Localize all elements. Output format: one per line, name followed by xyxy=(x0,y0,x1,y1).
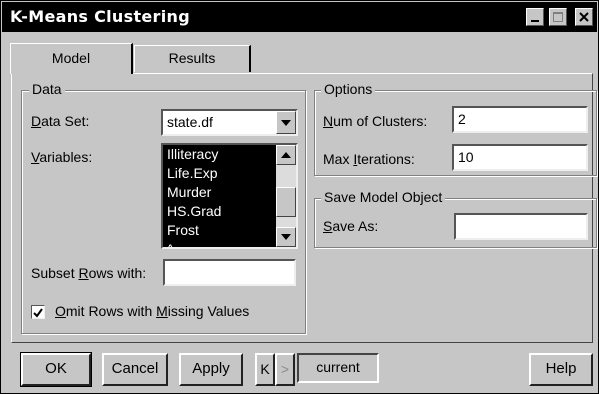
subset-label: Subset Rows with: xyxy=(31,265,147,281)
dataset-label: Data Set: xyxy=(31,113,90,129)
maximize-button[interactable] xyxy=(549,8,567,26)
subset-rows-input[interactable] xyxy=(163,259,296,286)
scroll-down-button[interactable] xyxy=(276,227,296,247)
arrow-down-icon xyxy=(281,234,291,240)
dataset-value: state.df xyxy=(167,114,213,130)
save-model-group-legend: Save Model Object xyxy=(321,189,446,205)
current-button[interactable]: current xyxy=(297,353,379,383)
arrow-up-icon xyxy=(281,152,291,158)
next-button[interactable]: > xyxy=(275,353,295,386)
save-as-input[interactable] xyxy=(454,213,588,240)
tab-results-label: Results xyxy=(168,50,216,66)
help-button[interactable]: Help xyxy=(529,353,593,386)
chevron-down-icon xyxy=(281,120,291,126)
window-title: K-Means Clustering xyxy=(10,7,190,26)
variables-listbox[interactable]: Illiteracy Life.Exp Murder HS.Grad Frost… xyxy=(161,143,298,249)
maximize-icon xyxy=(553,12,563,22)
title-bar[interactable]: K-Means Clustering xyxy=(2,2,597,32)
num-clusters-label: Num of Clusters: xyxy=(323,113,428,129)
omit-missing-label: Omit Rows with Missing Values xyxy=(55,303,250,319)
previous-button[interactable]: K xyxy=(255,353,275,386)
dataset-dropdown-button[interactable] xyxy=(276,111,296,134)
minimize-icon xyxy=(531,20,539,22)
variables-scrollbar[interactable] xyxy=(276,145,296,247)
checkmark-icon xyxy=(33,308,43,318)
omit-missing-checkbox[interactable] xyxy=(31,305,45,319)
close-button[interactable] xyxy=(575,8,593,26)
scroll-up-button[interactable] xyxy=(276,145,296,165)
num-clusters-input[interactable]: 2 xyxy=(452,106,588,133)
apply-button[interactable]: Apply xyxy=(179,353,243,386)
close-icon xyxy=(579,12,589,22)
max-iterations-input[interactable]: 10 xyxy=(452,144,588,171)
minimize-button[interactable] xyxy=(526,8,544,26)
max-iterations-label: Max Iterations: xyxy=(323,151,415,167)
tab-results[interactable]: Results xyxy=(134,45,251,72)
scroll-thumb[interactable] xyxy=(276,187,296,217)
dialog-window: K-Means Clustering Model Results Data Da… xyxy=(0,0,599,394)
dataset-select[interactable]: state.df xyxy=(161,109,298,136)
save-as-label: Save As: xyxy=(323,218,379,234)
ok-button[interactable]: OK xyxy=(20,352,92,387)
cancel-button[interactable]: Cancel xyxy=(102,353,168,386)
variables-label: Variables: xyxy=(31,149,93,165)
options-group-legend: Options xyxy=(321,81,376,97)
tab-model[interactable]: Model xyxy=(10,43,133,74)
tab-model-label: Model xyxy=(51,50,91,66)
data-group-legend: Data xyxy=(29,81,65,97)
